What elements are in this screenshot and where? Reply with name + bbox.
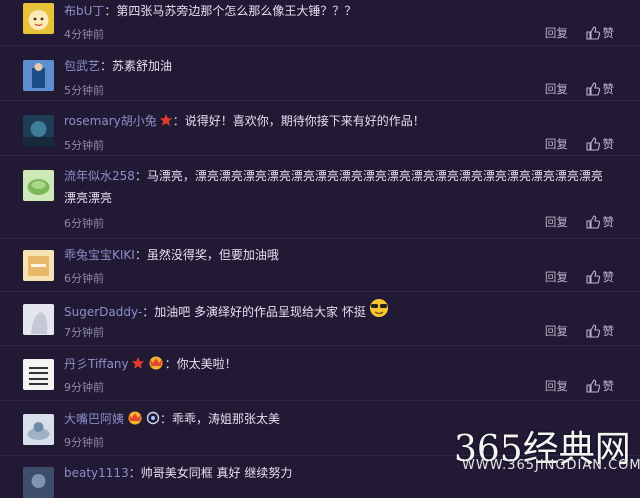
thumbs-up-icon <box>585 270 600 284</box>
star-icon <box>159 114 173 126</box>
avatar[interactable] <box>23 60 54 91</box>
comment-time: 6分钟前 <box>64 217 104 230</box>
comment-text: 说得好！喜欢你，期待你接下来有好的作品！ <box>184 114 425 128</box>
like-label: 赞 <box>602 82 615 96</box>
like-button[interactable]: 赞 <box>585 26 615 40</box>
colon-separator: ： <box>164 357 177 371</box>
reply-button[interactable]: 回复 <box>545 379 568 393</box>
comment-username[interactable]: beaty1113 <box>64 466 129 480</box>
comment-time: 9分钟前 <box>64 381 104 394</box>
comment-text: 苏素舒加油 <box>112 59 173 73</box>
thumbs-up-icon <box>585 82 600 96</box>
thumbs-up-icon <box>585 324 600 338</box>
comment-text: 第四张马苏旁边那个怎么那么像王大锤？？？ <box>116 4 357 18</box>
colon-separator: ： <box>128 466 141 480</box>
thumbs-up-icon <box>585 379 600 393</box>
colon-separator: ： <box>104 4 117 18</box>
colon-separator: ： <box>134 169 147 183</box>
comment-item: 流年似水258：马漂亮，漂亮漂亮漂亮漂亮漂亮漂亮漂亮漂亮漂亮漂亮漂亮漂亮漂亮漂亮… <box>0 155 640 239</box>
reply-button[interactable]: 回复 <box>545 215 568 229</box>
crown-badge-icon <box>149 356 163 370</box>
crown-badge-icon <box>128 411 142 425</box>
like-button[interactable]: 赞 <box>585 215 615 229</box>
comment-username[interactable]: SugerDaddy- <box>64 305 142 319</box>
avatar[interactable] <box>23 359 54 390</box>
reply-button[interactable]: 回复 <box>545 137 568 151</box>
comment-username[interactable]: rosemary胡小兔 <box>64 114 157 128</box>
comment-username[interactable]: 流年似水258 <box>64 169 135 183</box>
like-label: 赞 <box>602 379 615 393</box>
comment-item: 乖兔宝宝KIKI：虽然没得奖，但要加油哦 6分钟前 回复 赞 <box>0 238 640 292</box>
like-button[interactable]: 赞 <box>585 324 615 338</box>
avatar[interactable] <box>23 304 54 335</box>
colon-separator: ： <box>100 59 113 73</box>
like-button[interactable]: 赞 <box>585 379 615 393</box>
comment-time: 5分钟前 <box>64 84 104 97</box>
watermark-url: WWW.365JINGDIAN.COM <box>462 458 640 473</box>
comment-time: 9分钟前 <box>64 436 104 449</box>
sunglasses-emoji-icon <box>369 299 388 317</box>
comment-time: 7分钟前 <box>64 326 104 339</box>
comment-item: 布bU丁：第四张马苏旁边那个怎么那么像王大锤？？？ 4分钟前 回复 赞 <box>0 0 640 46</box>
comment-time: 6分钟前 <box>64 272 104 285</box>
like-label: 赞 <box>602 137 615 151</box>
comment-text: 你太美啦！ <box>176 357 237 371</box>
comment-username[interactable]: 布bU丁 <box>64 4 104 18</box>
comment-item: 丹彡Tiffany ：你太美啦！ 9分钟前 回复 赞 <box>0 345 640 401</box>
comment-item: SugerDaddy-：加油吧 多演绎好的作品呈现给大家 怀挺 7分钟前 回复 … <box>0 291 640 346</box>
comment-username[interactable]: 乖兔宝宝KIKI <box>64 248 135 262</box>
like-label: 赞 <box>602 270 615 284</box>
comment-item: 包武艺：苏素舒加油 5分钟前 回复 赞 <box>0 45 640 101</box>
like-label: 赞 <box>602 324 615 338</box>
comment-text: 帅哥美女同框 真好 继续努力 <box>140 466 293 480</box>
thumbs-up-icon <box>585 137 600 151</box>
comment-time: 4分钟前 <box>64 28 104 41</box>
like-label: 赞 <box>602 26 615 40</box>
star-icon <box>131 357 144 369</box>
reply-button[interactable]: 回复 <box>545 324 568 338</box>
comment-time: 5分钟前 <box>64 139 104 152</box>
colon-separator: ： <box>160 412 173 426</box>
thumbs-up-icon <box>585 26 600 40</box>
thumbs-up-icon <box>585 215 600 229</box>
like-button[interactable]: 赞 <box>585 270 615 284</box>
avatar[interactable] <box>23 414 54 445</box>
colon-separator: ： <box>172 114 185 128</box>
comment-username[interactable]: 包武艺 <box>64 59 100 73</box>
avatar[interactable] <box>23 170 54 201</box>
comment-item: rosemary胡小兔 ：说得好！喜欢你，期待你接下来有好的作品！ 5分钟前 回复… <box>0 100 640 156</box>
avatar[interactable] <box>23 250 54 281</box>
reply-button[interactable]: 回复 <box>545 270 568 284</box>
like-button[interactable]: 赞 <box>585 82 615 96</box>
diamond-badge-icon <box>146 411 160 425</box>
avatar[interactable] <box>23 115 54 146</box>
colon-separator: ： <box>142 305 155 319</box>
colon-separator: ： <box>134 248 147 262</box>
avatar[interactable] <box>23 467 54 498</box>
comment-text: 虽然没得奖，但要加油哦 <box>146 248 279 262</box>
comment-username[interactable]: 丹彡Tiffany <box>64 357 129 371</box>
comment-text: 加油吧 多演绎好的作品呈现给大家 怀挺 <box>154 305 366 319</box>
reply-button[interactable]: 回复 <box>545 82 568 96</box>
comment-text: 乖乖，涛姐那张太美 <box>172 412 281 426</box>
comment-username[interactable]: 大嘴巴阿姨 <box>64 412 124 426</box>
reply-button[interactable]: 回复 <box>545 26 568 40</box>
like-button[interactable]: 赞 <box>585 137 615 151</box>
like-label: 赞 <box>602 215 615 229</box>
avatar[interactable] <box>23 3 54 34</box>
